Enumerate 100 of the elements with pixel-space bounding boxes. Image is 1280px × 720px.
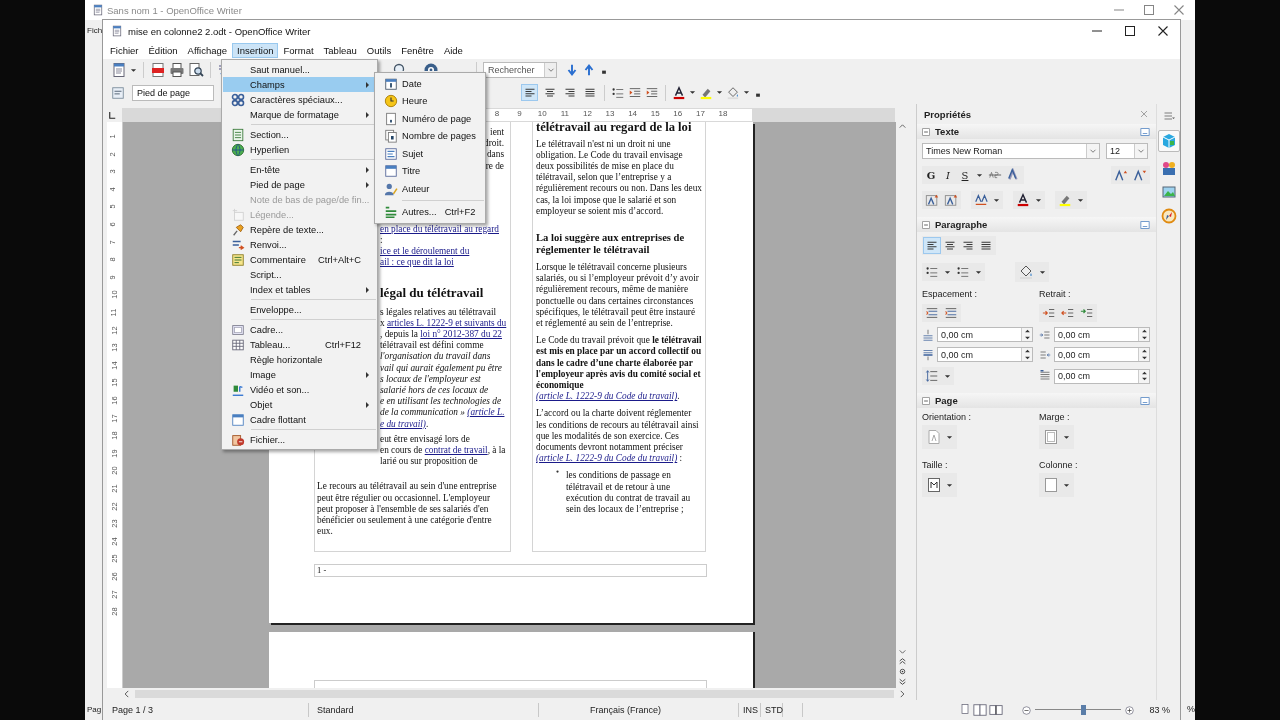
- menu-item[interactable]: Enveloppe...: [223, 302, 376, 317]
- collapse-icon[interactable]: [920, 125, 932, 138]
- menu-item[interactable]: Repère de texte...: [223, 222, 376, 237]
- grow-font-icon[interactable]: [925, 193, 939, 207]
- shrink-font-icon[interactable]: [944, 193, 958, 207]
- spin-down-icon[interactable]: [1140, 335, 1148, 340]
- book-view-icon[interactable]: [989, 703, 1004, 717]
- print-preview-icon[interactable]: [188, 62, 204, 78]
- menu-item[interactable]: Titre: [376, 162, 484, 180]
- search-field[interactable]: Rechercher: [483, 62, 557, 78]
- spin-up-icon[interactable]: [1140, 349, 1148, 354]
- menu-item[interactable]: En-tête: [223, 162, 376, 177]
- scroll-down-icon[interactable]: [897, 647, 907, 656]
- gallery-icon[interactable]: [1160, 160, 1177, 176]
- menu-item[interactable]: Hyperlien: [223, 142, 376, 157]
- menu-item[interactable]: Insertion: [232, 43, 279, 58]
- caret-icon[interactable]: [689, 90, 696, 95]
- caret-icon[interactable]: [975, 269, 982, 275]
- zoom-in-icon[interactable]: [1124, 704, 1136, 716]
- menu-item[interactable]: Saut manuel...: [223, 62, 376, 77]
- italic-button[interactable]: I: [942, 169, 954, 181]
- status-text[interactable]: INS: [743, 705, 758, 715]
- maximize-icon[interactable]: [1122, 23, 1138, 39]
- spin-down-icon[interactable]: [1140, 377, 1148, 382]
- menu-item[interactable]: Règle horizontale: [223, 352, 376, 367]
- font-color-icon[interactable]: [1016, 193, 1030, 207]
- menu-item[interactable]: Affichage: [182, 43, 233, 58]
- menu-item[interactable]: Vidéo et son...: [223, 382, 376, 397]
- bullet-list-icon[interactable]: [611, 85, 625, 100]
- find-next-icon[interactable]: [565, 63, 579, 77]
- caret-icon[interactable]: [1063, 482, 1070, 488]
- menu-item[interactable]: Auteur: [376, 180, 484, 198]
- text-link[interactable]: e du travail): [380, 418, 426, 429]
- tab-stop-icon[interactable]: [107, 109, 118, 121]
- superscript-icon[interactable]: [1114, 168, 1128, 182]
- menu-item[interactable]: Section...: [223, 127, 376, 142]
- menu-item[interactable]: Fich: [87, 26, 103, 35]
- highlight-icon[interactable]: [1058, 193, 1072, 207]
- menu-item[interactable]: Date: [376, 75, 484, 93]
- font-size-field[interactable]: 12: [1106, 143, 1148, 159]
- page-size-icon[interactable]: [926, 476, 942, 494]
- slider-thumb[interactable]: [1080, 705, 1086, 715]
- text-link[interactable]: ice et le déroulement du: [380, 246, 470, 257]
- spin-field[interactable]: 0,00 cm: [1054, 368, 1150, 384]
- menu-item[interactable]: Autres... Ctrl+F2: [376, 203, 484, 221]
- caret-icon[interactable]: [743, 90, 750, 95]
- menu-item[interactable]: Fenêtre: [396, 43, 439, 58]
- caret-icon[interactable]: [716, 90, 723, 95]
- menu-item[interactable]: Image: [223, 367, 376, 382]
- caret-icon[interactable]: [976, 172, 983, 178]
- previous-page-icon[interactable]: [897, 657, 907, 666]
- caret-icon[interactable]: [944, 373, 951, 379]
- character-spacing-icon[interactable]: [974, 193, 988, 207]
- menu-item[interactable]: Cadre flottant: [223, 412, 376, 427]
- menu-item[interactable]: Pied de page: [223, 177, 376, 192]
- caret-icon[interactable]: [993, 197, 1000, 203]
- margin-icon[interactable]: [1043, 428, 1059, 446]
- options-icon[interactable]: [1139, 125, 1151, 138]
- collapse-icon[interactable]: [920, 218, 932, 231]
- menu-item[interactable]: Fichier: [105, 43, 144, 58]
- menu-item[interactable]: Commentaire Ctrl+Alt+C: [223, 252, 376, 267]
- increase-spacing-icon[interactable]: [925, 306, 939, 320]
- properties-icon[interactable]: [1160, 133, 1177, 149]
- find-previous-icon[interactable]: [582, 63, 596, 77]
- compass-icon[interactable]: [1160, 208, 1177, 224]
- increase-indent-icon[interactable]: [628, 85, 642, 100]
- spin-field[interactable]: 0,00 cm: [1054, 327, 1150, 342]
- spin-up-icon[interactable]: [1140, 329, 1148, 334]
- background-color-icon[interactable]: [726, 85, 740, 100]
- two-page-view-icon[interactable]: [973, 703, 988, 717]
- navigator-icon[interactable]: [1160, 184, 1177, 200]
- align-left-button[interactable]: [521, 84, 538, 101]
- single-page-view-icon[interactable]: [959, 703, 972, 715]
- spin-up-icon[interactable]: [1023, 329, 1031, 334]
- text-link[interactable]: (article L. 1222-9 du Code du travail): [536, 453, 678, 464]
- pdf-icon[interactable]: [150, 62, 166, 78]
- menu-item[interactable]: Caractères spéciaux...: [223, 92, 376, 107]
- font-color-icon[interactable]: [672, 85, 686, 100]
- subscript-icon[interactable]: [1133, 168, 1147, 182]
- decrease-indent-icon[interactable]: [645, 85, 659, 100]
- scroll-left-icon[interactable]: [122, 689, 132, 699]
- paragraph-style-field[interactable]: Pied de page: [132, 84, 214, 101]
- styles-icon[interactable]: [111, 85, 125, 100]
- menu-item[interactable]: Aide: [438, 43, 468, 58]
- bullet-list-icon[interactable]: [925, 265, 939, 279]
- menu-item[interactable]: Fichier...: [223, 432, 376, 447]
- text-link[interactable]: articles L. 1222-9 et suivants du: [387, 317, 507, 328]
- text-link[interactable]: (article L.: [467, 407, 505, 418]
- new-document-icon[interactable]: [111, 62, 127, 78]
- scroll-right-icon[interactable]: [897, 689, 907, 699]
- spin-field[interactable]: 0,00 cm: [937, 327, 1033, 342]
- zoom-slider[interactable]: [1035, 705, 1122, 715]
- underline-button[interactable]: S: [959, 169, 971, 181]
- status-text[interactable]: STD: [765, 705, 783, 715]
- next-page-icon[interactable]: [897, 677, 907, 686]
- line-spacing-icon[interactable]: [925, 369, 939, 383]
- align-left-button[interactable]: [923, 237, 941, 254]
- caret-icon[interactable]: [1035, 197, 1042, 203]
- caret-icon[interactable]: [1077, 197, 1084, 203]
- menu-item[interactable]: Index et tables: [223, 282, 376, 297]
